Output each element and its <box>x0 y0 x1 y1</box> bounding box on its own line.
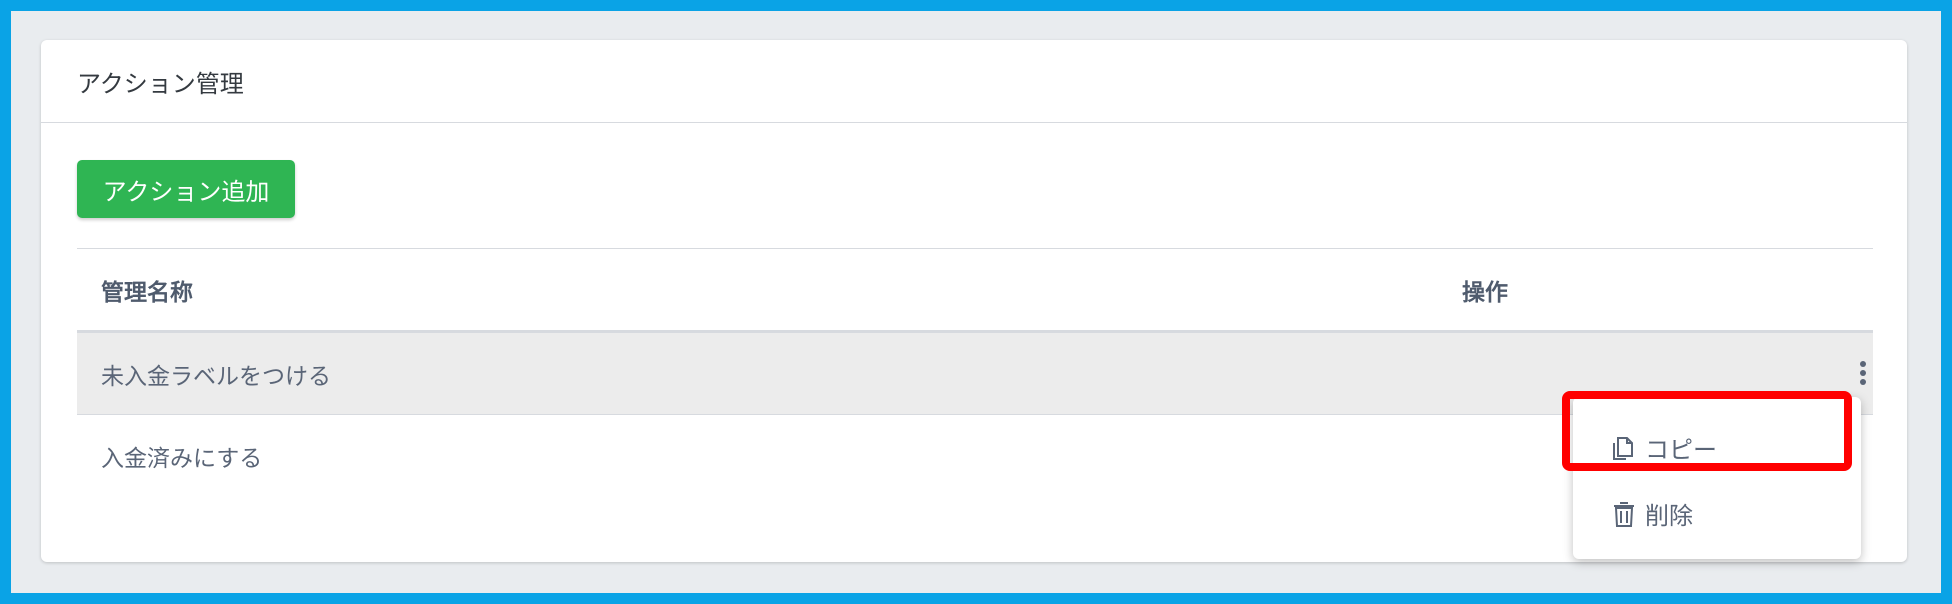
page-background: アクション管理 アクション追加 管理名称 操作 未入金ラベルをつける 入金済みに… <box>11 11 1941 593</box>
page-title: アクション管理 <box>77 69 244 98</box>
trash-icon <box>1614 501 1634 527</box>
add-action-button[interactable]: アクション追加 <box>77 160 295 218</box>
menu-item-copy[interactable]: コピー <box>1611 430 1717 465</box>
copy-icon <box>1613 436 1633 460</box>
menu-item-label: コピー <box>1645 436 1717 464</box>
card-header: アクション管理 <box>41 40 1907 123</box>
row-name: 入金済みにする <box>101 445 263 472</box>
row-name: 未入金ラベルをつける <box>101 363 331 390</box>
table-header: 管理名称 操作 <box>77 249 1873 333</box>
column-header-name: 管理名称 <box>101 279 193 306</box>
menu-item-label: 削除 <box>1645 502 1693 530</box>
menu-item-delete[interactable]: 削除 <box>1611 496 1693 531</box>
row-actions-menu: コピー 削除 <box>1573 397 1861 559</box>
more-options-icon[interactable] <box>1859 361 1867 389</box>
column-header-operations: 操作 <box>1462 279 1508 306</box>
